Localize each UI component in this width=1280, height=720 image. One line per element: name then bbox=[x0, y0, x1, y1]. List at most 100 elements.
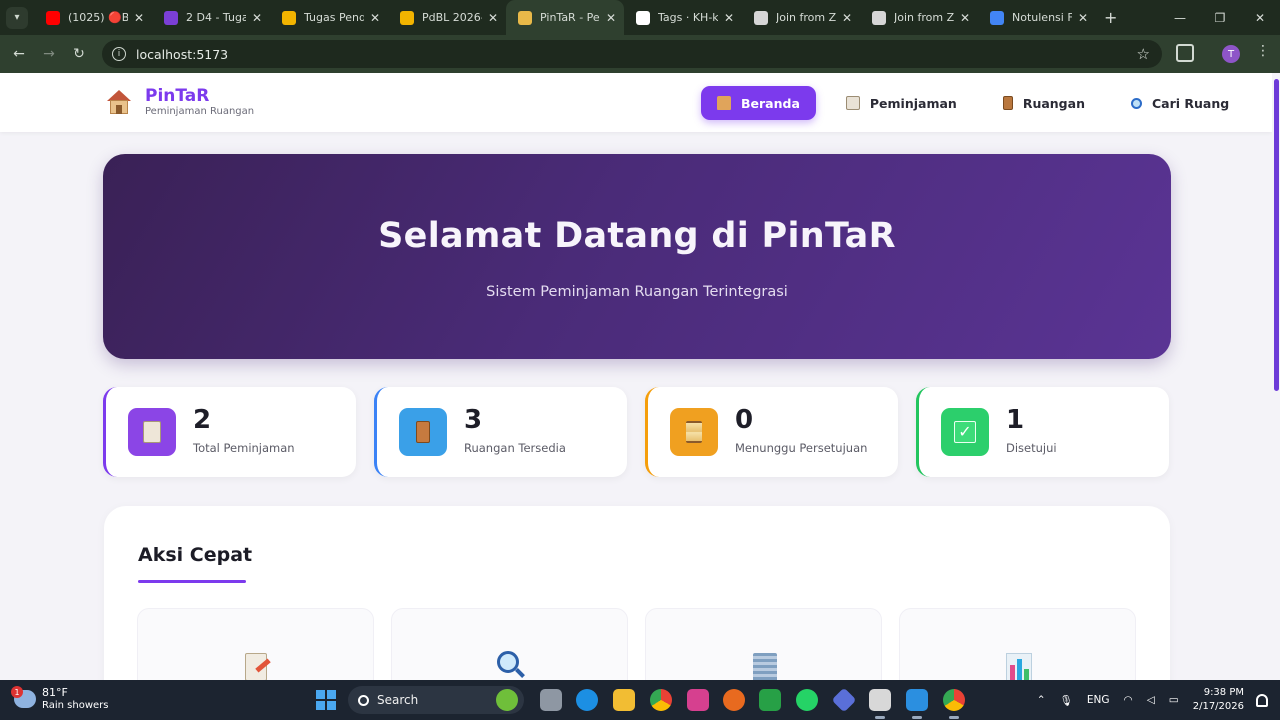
tab-favicon-icon bbox=[636, 10, 650, 25]
chrome-profile-icon[interactable] bbox=[943, 689, 965, 719]
quick-action-card[interactable] bbox=[391, 608, 628, 681]
nav-peminjaman[interactable]: Peminjaman bbox=[830, 86, 973, 120]
browser-tab[interactable]: PdBL 2026-1 ✕ bbox=[388, 0, 506, 35]
app-navbar: PinTaR Peminjaman Ruangan Beranda Peminj… bbox=[0, 73, 1272, 132]
windows-start-icon[interactable] bbox=[316, 690, 336, 710]
quick-action-card[interactable] bbox=[137, 608, 374, 681]
tab-favicon-icon bbox=[518, 10, 532, 25]
nav-cari-ruang[interactable]: Cari Ruang bbox=[1115, 86, 1245, 120]
clipboard-icon bbox=[845, 96, 860, 110]
quick-actions-title: Aksi Cepat bbox=[138, 544, 253, 566]
building-icon bbox=[749, 649, 779, 681]
tab-close-icon[interactable]: ✕ bbox=[960, 11, 970, 25]
stat-value: 0 bbox=[735, 405, 754, 435]
new-tab-button[interactable]: + bbox=[1104, 8, 1117, 27]
restore-button[interactable]: ❐ bbox=[1200, 0, 1240, 35]
back-button[interactable]: ← bbox=[4, 46, 34, 62]
tab-close-icon[interactable]: ✕ bbox=[488, 11, 498, 25]
address-bar[interactable]: i localhost:5173 ☆ bbox=[102, 40, 1162, 68]
browser-tab[interactable]: PinTaR - Pem ✕ bbox=[506, 0, 624, 35]
school-building-icon bbox=[105, 88, 133, 116]
file-explorer-icon[interactable] bbox=[613, 689, 635, 711]
clock[interactable]: 9:38 PM 2/17/2026 bbox=[1193, 686, 1244, 714]
tab-close-icon[interactable]: ✕ bbox=[1078, 11, 1088, 25]
browser-tab[interactable]: Join from Zo ✕ bbox=[742, 0, 860, 35]
search-icon bbox=[1130, 97, 1142, 109]
window-close-button[interactable]: ✕ bbox=[1240, 0, 1280, 35]
whatsapp-icon[interactable] bbox=[796, 689, 818, 711]
scrollbar-thumb[interactable] bbox=[1274, 79, 1279, 391]
tab-favicon-icon bbox=[990, 10, 1004, 25]
nav-label: Ruangan bbox=[1022, 95, 1085, 111]
search-icon bbox=[358, 694, 369, 706]
check-icon: ✓ bbox=[941, 408, 989, 456]
browser-tab[interactable]: (1025) 🔴BR ✕ bbox=[34, 0, 152, 35]
vscode-icon[interactable] bbox=[906, 689, 928, 719]
nav-label: Beranda bbox=[741, 95, 800, 111]
tab-close-icon[interactable]: ✕ bbox=[842, 11, 852, 25]
brand-subtitle: Peminjaman Ruangan bbox=[145, 106, 255, 117]
mask-app-icon[interactable] bbox=[496, 689, 518, 711]
tab-title: Join from Zo bbox=[894, 11, 954, 24]
bookmark-star-icon[interactable]: ☆ bbox=[1137, 45, 1150, 63]
browser-e-icon[interactable] bbox=[723, 689, 745, 711]
weather-temp: 81°F bbox=[42, 686, 68, 699]
quick-action-card[interactable] bbox=[645, 608, 882, 681]
quick-action-card[interactable] bbox=[899, 608, 1136, 681]
profile-avatar[interactable]: T bbox=[1222, 45, 1240, 63]
browser-tab[interactable]: Notulensi Fi ✕ bbox=[978, 0, 1096, 35]
photos-icon[interactable] bbox=[759, 689, 781, 711]
browser-tab[interactable]: 2 D4 - Tugas ✕ bbox=[152, 0, 270, 35]
tab-close-icon[interactable]: ✕ bbox=[606, 11, 616, 25]
clipboard-icon bbox=[128, 408, 176, 456]
battery-icon[interactable]: ▭ bbox=[1169, 694, 1179, 706]
tab-close-icon[interactable]: ✕ bbox=[134, 11, 144, 25]
browser-tab[interactable]: Join from Zo ✕ bbox=[860, 0, 978, 35]
forward-button[interactable]: → bbox=[34, 46, 64, 62]
tab-title: Notulensi Fi bbox=[1012, 11, 1072, 24]
tab-close-icon[interactable]: ✕ bbox=[252, 11, 262, 25]
notification-bell-icon[interactable] bbox=[1256, 693, 1268, 707]
stat-label: Menunggu Persetujuan bbox=[735, 441, 868, 455]
door-icon bbox=[399, 408, 447, 456]
tray-overflow-icon[interactable]: ⌃ bbox=[1037, 694, 1046, 706]
clock-date: 2/17/2026 bbox=[1192, 701, 1244, 712]
browser-menu-icon[interactable]: ⋮ bbox=[1256, 43, 1270, 59]
nav-label: Cari Ruang bbox=[1151, 95, 1230, 111]
tab-search-button[interactable]: ▾ bbox=[6, 6, 28, 29]
stat-label: Disetujui bbox=[1006, 441, 1057, 455]
memo-icon bbox=[241, 649, 271, 681]
page-scrollbar[interactable] bbox=[1272, 73, 1280, 681]
volume-icon[interactable]: ◁ bbox=[1147, 694, 1155, 706]
task-view-icon[interactable] bbox=[540, 689, 562, 711]
wifi-icon[interactable]: ◠ bbox=[1124, 694, 1133, 706]
nav-ruangan[interactable]: Ruangan bbox=[987, 86, 1101, 120]
capture-app-icon[interactable] bbox=[869, 689, 891, 719]
weather-widget[interactable]: 1 81°F Rain showers bbox=[11, 686, 108, 712]
stats-row: 2 Total Peminjaman 3 Ruangan Tersedia 0 … bbox=[103, 387, 1171, 477]
browser-tab[interactable]: Tags · KH-ke ✕ bbox=[624, 0, 742, 35]
tab-title: Tugas Penda bbox=[304, 11, 364, 24]
edge-icon[interactable] bbox=[576, 689, 598, 711]
brand[interactable]: PinTaR Peminjaman Ruangan bbox=[105, 87, 254, 117]
instagram-icon[interactable] bbox=[687, 689, 709, 711]
tab-favicon-icon bbox=[872, 10, 886, 25]
browser-tab[interactable]: Tugas Penda ✕ bbox=[270, 0, 388, 35]
magnifier-icon bbox=[495, 649, 525, 681]
hero-title: Selamat Datang di PinTaR bbox=[378, 216, 896, 256]
stat-card-disetujui[interactable]: ✓ 1 Disetujui bbox=[916, 387, 1169, 477]
stat-card-ruangan-tersedia[interactable]: 3 Ruangan Tersedia bbox=[374, 387, 627, 477]
tab-close-icon[interactable]: ✕ bbox=[724, 11, 734, 25]
microphone-icon[interactable]: 🎙 bbox=[1060, 694, 1073, 707]
minimize-button[interactable]: — bbox=[1160, 0, 1200, 35]
dev-tool-icon[interactable] bbox=[831, 687, 857, 713]
stat-card-menunggu-persetujuan[interactable]: 0 Menunggu Persetujuan bbox=[645, 387, 898, 477]
site-info-icon[interactable]: i bbox=[112, 47, 126, 61]
nav-beranda[interactable]: Beranda bbox=[701, 86, 816, 120]
tab-close-icon[interactable]: ✕ bbox=[370, 11, 380, 25]
reload-button[interactable]: ↻ bbox=[64, 46, 94, 62]
extensions-icon[interactable] bbox=[1176, 44, 1194, 62]
language-indicator[interactable]: ENG bbox=[1087, 694, 1110, 706]
stat-card-total-peminjaman[interactable]: 2 Total Peminjaman bbox=[103, 387, 356, 477]
chrome-icon[interactable] bbox=[650, 689, 672, 711]
